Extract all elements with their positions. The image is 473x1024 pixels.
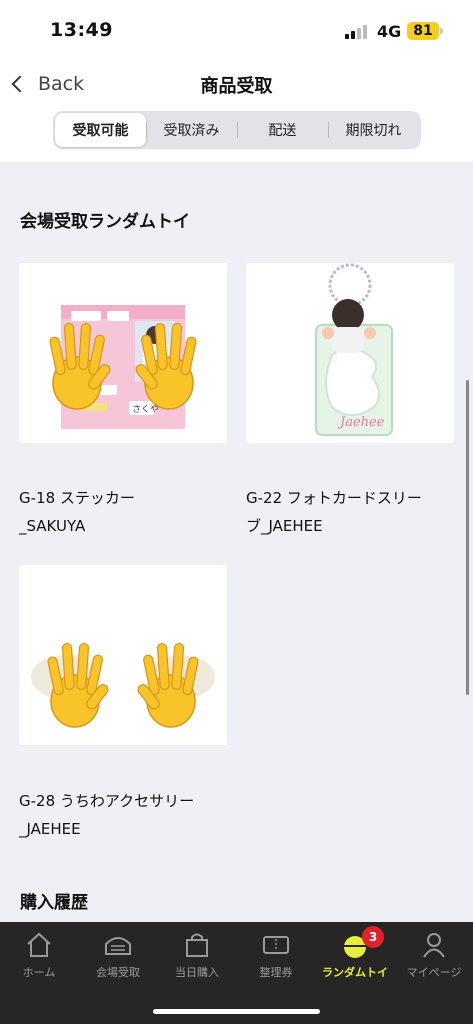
tabbar-item-venue[interactable]: 会場受取 — [79, 922, 157, 992]
home-indicator — [153, 1009, 320, 1014]
product-image-photocard-sleeve[interactable]: Jaehee — [246, 263, 454, 443]
sticker-name-text: さくや — [132, 404, 159, 415]
product-name-photocard-sleeve[interactable]: G-22 フォトカードスリー ブ_JAEHEE — [246, 484, 466, 540]
product-name-line2: _SAKUYA — [19, 517, 86, 535]
product-name-sticker[interactable]: G-18 ステッカー _SAKUYA — [19, 484, 239, 540]
product-image-uchiwa-accessory[interactable] — [19, 565, 227, 745]
tabbar-label: マイページ — [406, 966, 462, 979]
tabbar-item-home[interactable]: ホーム — [0, 922, 78, 992]
home-icon — [27, 932, 51, 957]
product-name-line2: ブ_JAEHEE — [246, 517, 323, 535]
tabbar-item-same-day-purchase[interactable]: 当日購入 — [158, 922, 236, 992]
nav-bar: Back 商品受取 — [0, 62, 473, 106]
network-label: 4G — [377, 22, 402, 41]
tabbar-label: ランダムトイ — [322, 966, 388, 979]
raised-hand-icon — [47, 642, 199, 728]
tabbar-label: ホーム — [22, 966, 56, 979]
venue-icon — [105, 937, 131, 955]
status-bar: 13:49 4G 81 — [0, 0, 473, 62]
tabbar-item-ticket[interactable]: 整理券 — [237, 922, 315, 992]
section-title-random-toy: 会場受取ランダムトイ — [20, 212, 190, 232]
section-title-purchase-history: 購入履歴 — [20, 893, 88, 913]
status-tabs: 受取可能 受取済み 配送 期限切れ — [53, 111, 421, 149]
bag-icon — [186, 933, 208, 957]
tabbar-label: 当日購入 — [175, 966, 219, 979]
product-name-line2: _JAEHEE — [19, 820, 81, 838]
signal-icon — [345, 25, 371, 39]
status-time: 13:49 — [50, 19, 113, 41]
product-name-line1: G-28 うちわアクセサリー — [19, 792, 195, 810]
page-title: 商品受取 — [200, 76, 273, 97]
ticket-icon — [263, 936, 289, 954]
product-name-uchiwa-accessory[interactable]: G-28 うちわアクセサリー _JAEHEE — [19, 787, 239, 843]
person-icon — [423, 933, 445, 958]
product-name-line1: G-22 フォトカードスリー — [246, 489, 422, 507]
sleeve-script-text: Jaehee — [337, 415, 385, 430]
tabbar-item-my-page[interactable]: マイページ — [395, 922, 473, 992]
product-name-line1: G-18 ステッカー — [19, 489, 135, 507]
tab-receivable[interactable]: 受取可能 — [55, 113, 146, 147]
tab-expired[interactable]: 期限切れ — [328, 113, 419, 147]
header: 13:49 4G 81 Back 商品受取 受取可能 受取済み 配送 期限切れ — [0, 0, 473, 162]
random-toy-badge: 3 — [362, 926, 384, 948]
tabbar-label: 会場受取 — [96, 966, 140, 979]
battery-level: 81 — [413, 23, 433, 39]
tab-delivery[interactable]: 配送 — [237, 113, 328, 147]
product-image-sticker[interactable]: さくや — [19, 263, 227, 443]
tab-received[interactable]: 受取済み — [146, 113, 237, 147]
scrollbar[interactable] — [466, 380, 469, 695]
battery-icon: 81 — [407, 22, 443, 40]
tabbar-label: 整理券 — [259, 966, 293, 979]
